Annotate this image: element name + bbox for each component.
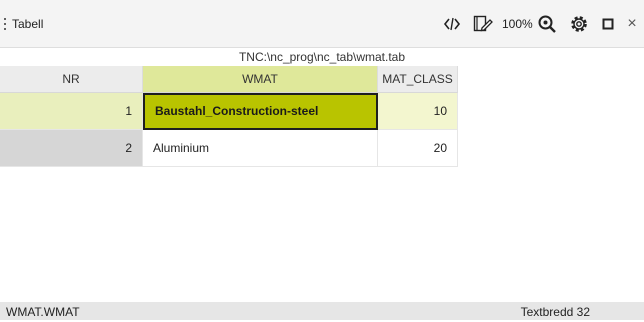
table-row-2-mat-class[interactable]: 20 — [378, 130, 458, 167]
gear-icon[interactable] — [567, 11, 591, 37]
status-field-name: WMAT.WMAT — [6, 305, 80, 319]
status-text-width: Textbredd 32 — [520, 305, 590, 319]
table-grid: NR WMAT MAT_CLASS 1 Baustahl_Constructio… — [0, 66, 644, 302]
table-row-1-wmat[interactable]: Baustahl_Construction-steel — [143, 93, 378, 130]
close-icon[interactable]: × — [624, 11, 640, 37]
toolbar: Tabell 100% × — [0, 0, 644, 48]
table-row-1-nr[interactable]: 1 — [0, 93, 143, 130]
table-row-2-wmat[interactable]: Aluminium — [143, 130, 378, 167]
app-title: Tabell — [12, 17, 44, 31]
code-brackets-icon[interactable] — [441, 11, 463, 37]
maximize-icon[interactable] — [600, 11, 616, 37]
zoom-icon[interactable] — [535, 11, 559, 37]
status-bar: WMAT.WMAT Textbredd 32 — [0, 302, 644, 320]
column-header-mat-class[interactable]: MAT_CLASS — [378, 66, 458, 93]
form-edit-icon[interactable] — [471, 11, 495, 37]
table-row-1-mat-class[interactable]: 10 — [378, 93, 458, 130]
column-header-nr[interactable]: NR — [0, 66, 143, 93]
vertical-dots-icon[interactable] — [3, 16, 7, 32]
table-row-2-nr[interactable]: 2 — [0, 130, 143, 167]
file-path: TNC:\nc_prog\nc_tab\wmat.tab — [0, 48, 644, 66]
zoom-level: 100% — [502, 17, 533, 31]
column-header-wmat[interactable]: WMAT — [143, 66, 378, 93]
